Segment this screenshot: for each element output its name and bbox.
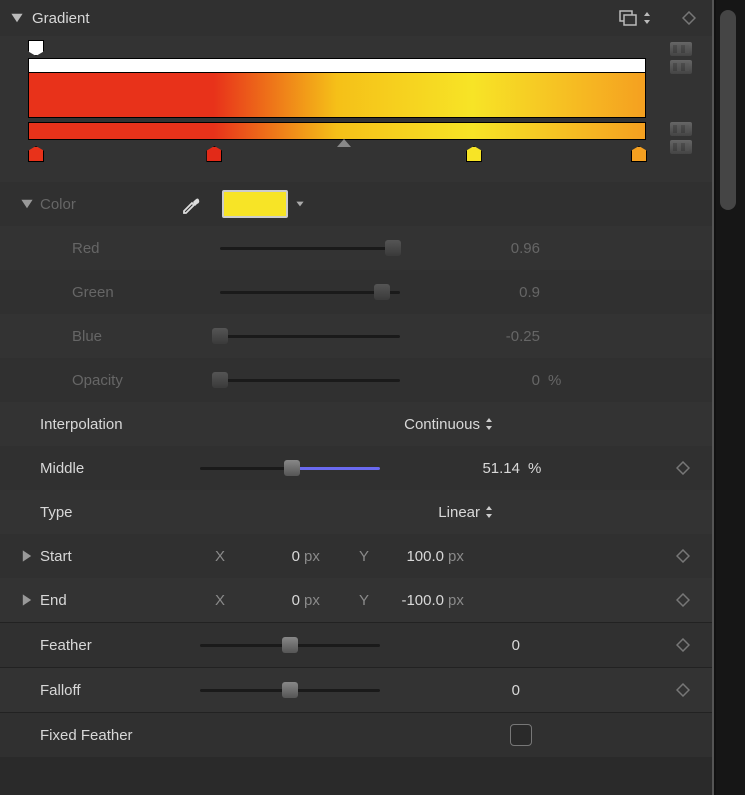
disclosure-gradient[interactable] bbox=[10, 11, 24, 25]
label-start: Start bbox=[40, 548, 180, 565]
opacity-stop[interactable] bbox=[28, 40, 44, 56]
gradient-preset-stepper[interactable] bbox=[642, 10, 652, 26]
gradient-ramp[interactable] bbox=[28, 122, 646, 140]
value-feather[interactable]: 0 bbox=[400, 637, 526, 654]
keyframe-falloff[interactable] bbox=[676, 683, 690, 697]
slider-red[interactable] bbox=[220, 238, 400, 258]
slider-blue[interactable] bbox=[220, 326, 400, 346]
label-type: Type bbox=[40, 504, 200, 521]
color-swatch[interactable] bbox=[222, 190, 288, 218]
row-red: Red 0.96 bbox=[0, 226, 712, 270]
unit-opacity: % bbox=[546, 372, 578, 389]
distribute-color-button[interactable] bbox=[670, 140, 692, 154]
slider-falloff[interactable] bbox=[200, 680, 380, 700]
disclosure-end[interactable] bbox=[20, 593, 34, 607]
gradient-midpoint[interactable] bbox=[337, 139, 351, 147]
start-x-value[interactable]: 0 bbox=[230, 548, 300, 565]
slider-feather[interactable] bbox=[200, 635, 380, 655]
end-y-value[interactable]: -100.0 bbox=[374, 592, 444, 609]
label-opacity: Opacity bbox=[40, 372, 220, 389]
start-y-value[interactable]: 100.0 bbox=[374, 548, 444, 565]
value-type[interactable]: Linear bbox=[200, 504, 484, 521]
start-x-unit: px bbox=[300, 548, 334, 565]
row-type: Type Linear bbox=[0, 490, 712, 534]
row-falloff: Falloff 0 bbox=[0, 667, 712, 712]
label-end: End bbox=[40, 592, 180, 609]
label-x: X bbox=[210, 592, 230, 609]
gradient-preview[interactable] bbox=[28, 72, 646, 118]
disclosure-color[interactable] bbox=[20, 197, 34, 211]
reverse-opacity-button[interactable] bbox=[670, 42, 692, 56]
keyframe-middle[interactable] bbox=[676, 461, 690, 475]
row-interpolation: Interpolation Continuous bbox=[0, 402, 712, 446]
label-y: Y bbox=[354, 548, 374, 565]
row-feather: Feather 0 bbox=[0, 622, 712, 667]
row-green: Green 0.9 bbox=[0, 270, 712, 314]
value-opacity[interactable]: 0 bbox=[420, 372, 546, 389]
label-x: X bbox=[210, 548, 230, 565]
checkbox-fixed-feather[interactable] bbox=[510, 724, 532, 746]
color-stop[interactable] bbox=[28, 146, 44, 162]
label-color: Color bbox=[40, 196, 180, 213]
label-feather: Feather bbox=[40, 637, 200, 654]
disclosure-start[interactable] bbox=[20, 549, 34, 563]
label-interpolation: Interpolation bbox=[40, 416, 200, 433]
keyframe-end[interactable] bbox=[676, 593, 690, 607]
label-red: Red bbox=[40, 240, 220, 257]
value-middle[interactable]: 51.14 bbox=[400, 460, 526, 477]
gradient-preset-icon[interactable] bbox=[618, 9, 638, 27]
value-falloff[interactable]: 0 bbox=[400, 682, 526, 699]
eyedropper-icon[interactable] bbox=[180, 193, 202, 215]
value-green[interactable]: 0.9 bbox=[420, 284, 546, 301]
end-x-unit: px bbox=[300, 592, 334, 609]
unit-middle: % bbox=[526, 460, 558, 477]
label-fixed-feather: Fixed Feather bbox=[40, 727, 200, 744]
color-stop[interactable] bbox=[206, 146, 222, 162]
end-x-value[interactable]: 0 bbox=[230, 592, 300, 609]
label-falloff: Falloff bbox=[40, 682, 200, 699]
label-middle: Middle bbox=[40, 460, 200, 477]
scrollbar-thumb[interactable] bbox=[720, 10, 736, 210]
type-stepper[interactable] bbox=[484, 504, 494, 520]
slider-green[interactable] bbox=[220, 282, 400, 302]
row-middle: Middle 51.14 % bbox=[0, 446, 712, 490]
inspector-panel: Gradient bbox=[0, 0, 714, 795]
row-opacity: Opacity 0 % bbox=[0, 358, 712, 402]
interpolation-stepper[interactable] bbox=[484, 416, 494, 432]
slider-middle[interactable] bbox=[200, 458, 380, 478]
color-swatch-menu[interactable] bbox=[294, 198, 306, 210]
keyframe-feather[interactable] bbox=[676, 638, 690, 652]
start-y-unit: px bbox=[444, 548, 478, 565]
value-interpolation[interactable]: Continuous bbox=[200, 416, 484, 433]
value-red[interactable]: 0.96 bbox=[420, 240, 546, 257]
row-start: Start X 0 px Y 100.0 px bbox=[0, 534, 712, 578]
label-y: Y bbox=[354, 592, 374, 609]
keyframe-gradient[interactable] bbox=[682, 11, 696, 25]
row-blue: Blue -0.25 bbox=[0, 314, 712, 358]
reverse-color-button[interactable] bbox=[670, 122, 692, 136]
row-fixed-feather: Fixed Feather bbox=[0, 712, 712, 757]
row-end: End X 0 px Y -100.0 px bbox=[0, 578, 712, 622]
slider-opacity[interactable] bbox=[220, 370, 400, 390]
value-blue[interactable]: -0.25 bbox=[420, 328, 546, 345]
section-title: Gradient bbox=[32, 10, 90, 27]
color-stop[interactable] bbox=[631, 146, 647, 162]
row-color: Color bbox=[0, 182, 712, 226]
section-header-gradient: Gradient bbox=[0, 0, 712, 36]
keyframe-start[interactable] bbox=[676, 549, 690, 563]
end-y-unit: px bbox=[444, 592, 478, 609]
label-blue: Blue bbox=[40, 328, 220, 345]
gradient-editor bbox=[0, 36, 712, 182]
color-stop-selected[interactable] bbox=[466, 146, 482, 162]
label-green: Green bbox=[40, 284, 220, 301]
